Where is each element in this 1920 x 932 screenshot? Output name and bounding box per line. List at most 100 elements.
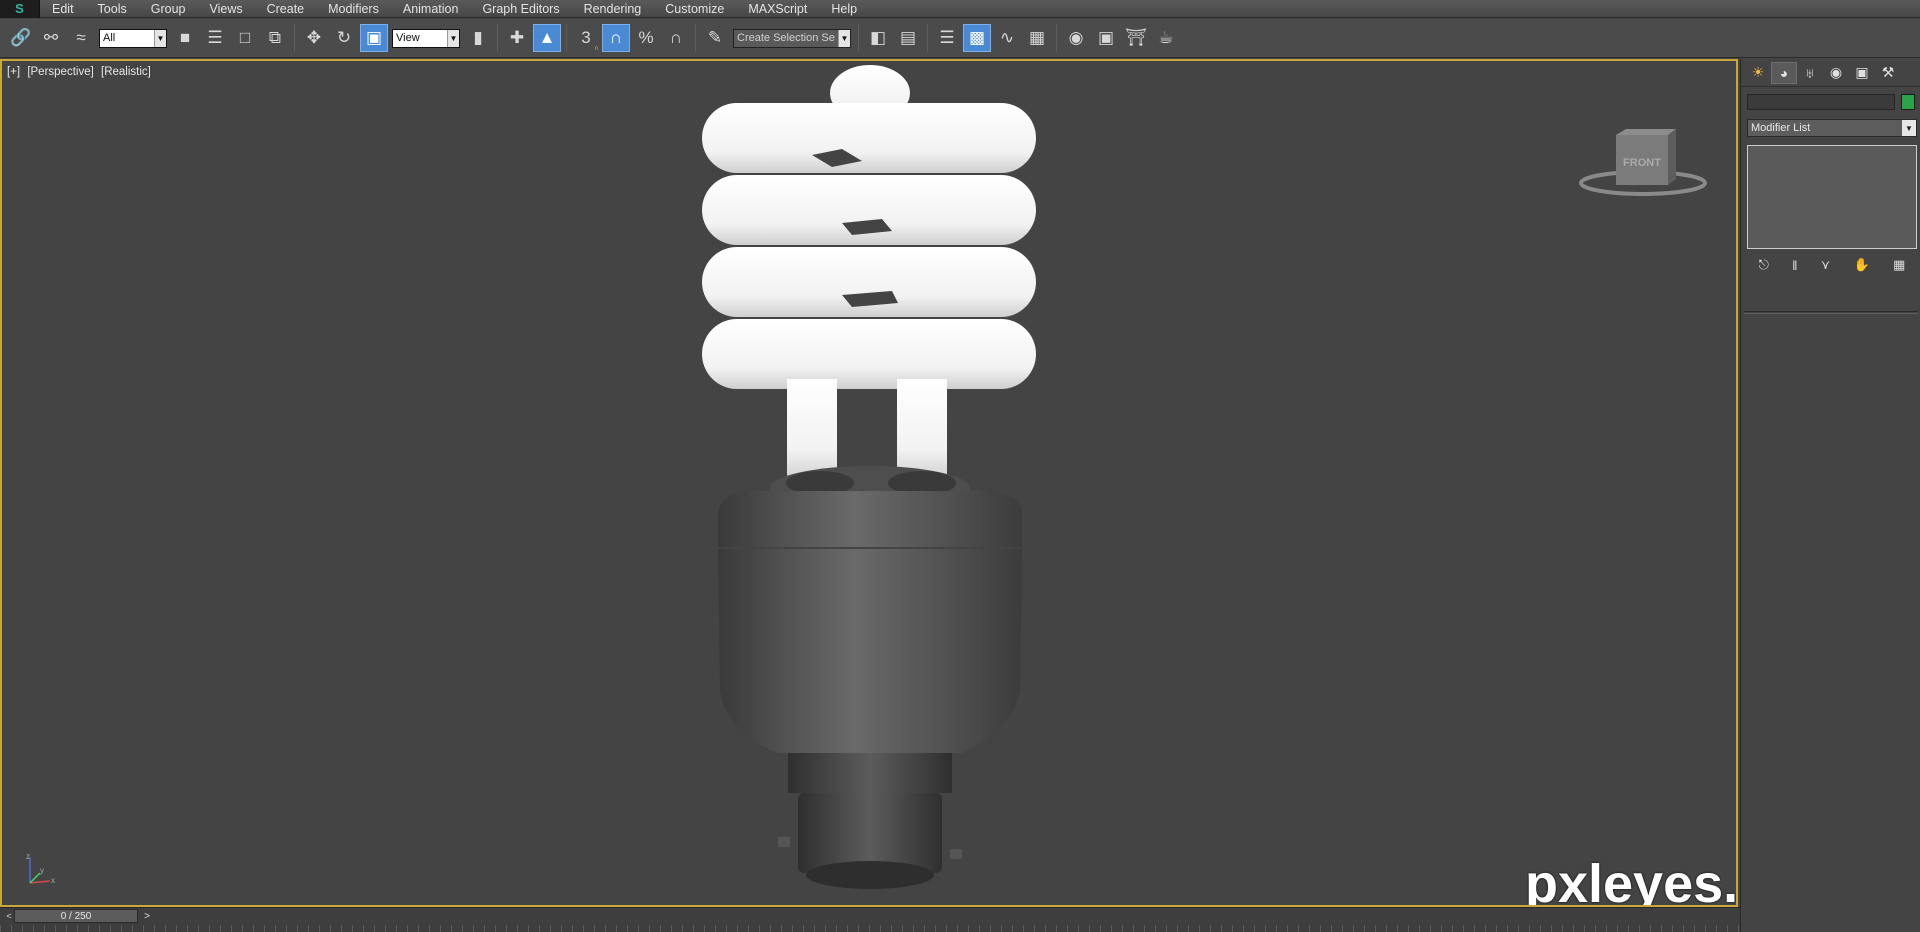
create-tab-icon[interactable]: ☀: [1745, 62, 1771, 84]
menu-modifiers[interactable]: Modifiers: [316, 0, 391, 18]
keyboard-shortcut-override-icon[interactable]: ▲: [533, 24, 561, 52]
time-slider[interactable]: < 0 / 250 >: [4, 909, 154, 923]
axis-x-label: x: [51, 876, 55, 885]
toolbar-divider: [858, 24, 859, 52]
menu-bar: S Edit Tools Group Views Create Modifier…: [0, 0, 1920, 18]
snaps-toggle-icon[interactable]: 3 ∩: [572, 24, 600, 52]
viewport-menu-label[interactable]: [+]: [7, 66, 20, 78]
application-button[interactable]: S: [0, 0, 40, 18]
modifier-stack[interactable]: [1747, 145, 1917, 249]
axis-z-label: z: [26, 852, 30, 861]
menu-group[interactable]: Group: [139, 0, 198, 18]
pin-stack-icon[interactable]: ⎋: [1759, 257, 1769, 273]
main-toolbar: 🔗 ⚯ ≈ All ▼ ■ ☰ □ ⧉ ✥ ↻ ▣ View ▼ ▮ ✚ ▲ 3…: [0, 19, 1920, 58]
viewcube-widget[interactable]: FRONT: [1578, 125, 1708, 197]
max-app: S Edit Tools Group Views Create Modifier…: [0, 0, 1920, 932]
menu-animation[interactable]: Animation: [391, 0, 471, 18]
pivot-center-icon[interactable]: ▮: [464, 24, 492, 52]
named-selection-sets-dropdown[interactable]: Create Selection Se ▼: [733, 28, 851, 48]
track-bar-ruler[interactable]: [0, 925, 1740, 932]
menu-graph-editors[interactable]: Graph Editors: [470, 0, 571, 18]
cfl-bulb-model[interactable]: [692, 63, 1052, 903]
object-name-row: [1747, 94, 1917, 110]
window-crossing-icon[interactable]: ⧉: [261, 24, 289, 52]
curve-editor-icon[interactable]: ∿: [993, 24, 1021, 52]
select-and-manipulate-icon[interactable]: ✚: [503, 24, 531, 52]
reference-coordinate-dropdown[interactable]: View ▼: [392, 28, 460, 48]
schematic-view-icon[interactable]: ▦: [1023, 24, 1051, 52]
object-color-swatch[interactable]: [1901, 94, 1915, 110]
axis-y-label: y: [40, 866, 44, 875]
menu-rendering[interactable]: Rendering: [572, 0, 654, 18]
object-name-field[interactable]: [1747, 94, 1895, 110]
motion-tab-icon[interactable]: ◉: [1823, 62, 1849, 84]
select-and-scale-icon[interactable]: ▣: [360, 24, 388, 52]
time-slider-prev-arrow[interactable]: <: [4, 909, 14, 923]
viewcube-front-face[interactable]: FRONT: [1623, 157, 1661, 169]
rectangular-selection-icon[interactable]: □: [231, 24, 259, 52]
chevron-down-icon: ▼: [447, 29, 459, 47]
scene-explorer-icon[interactable]: ▩: [963, 24, 991, 52]
time-slider-next-arrow[interactable]: >: [140, 909, 154, 923]
menu-maxscript[interactable]: MAXScript: [736, 0, 819, 18]
percent-snap-label: %: [638, 28, 654, 47]
unlink-selection-icon[interactable]: ⚯: [37, 24, 65, 52]
make-unique-icon[interactable]: ⋎: [1821, 257, 1831, 273]
time-slider-frame-display[interactable]: 0 / 250: [14, 909, 138, 923]
selection-filter-dropdown[interactable]: All ▼: [99, 28, 167, 48]
material-editor-icon[interactable]: ◉: [1062, 24, 1090, 52]
select-and-move-icon[interactable]: ✥: [300, 24, 328, 52]
show-end-result-icon[interactable]: ‖: [1792, 258, 1797, 273]
render-setup-icon[interactable]: ▣: [1092, 24, 1120, 52]
configure-modifier-sets-icon[interactable]: ▦: [1893, 257, 1905, 273]
modifier-stack-tools: ⎋ ‖ ⋎ ✋ ▦: [1747, 256, 1917, 274]
select-and-rotate-icon[interactable]: ↻: [330, 24, 358, 52]
modify-tab-icon[interactable]: ◕: [1771, 61, 1797, 84]
menu-views[interactable]: Views: [197, 0, 254, 18]
axis-tripod-icon: z y x: [26, 852, 55, 885]
menu-create[interactable]: Create: [255, 0, 317, 18]
viewport-point-of-view-label[interactable]: [Perspective]: [27, 66, 93, 78]
angle-snap-icon[interactable]: ∩: [602, 24, 630, 52]
toolbar-divider: [497, 24, 498, 52]
align-icon[interactable]: ▤: [894, 24, 922, 52]
menu-customize[interactable]: Customize: [653, 0, 736, 18]
select-by-name-icon[interactable]: ☰: [201, 24, 229, 52]
display-tab-icon[interactable]: ▣: [1849, 62, 1875, 84]
reference-coordinate-value: View: [396, 32, 420, 44]
command-panel-tabs: ☀ ◕ ♅ ◉ ▣ ⚒: [1741, 59, 1920, 87]
bind-to-space-warp-icon[interactable]: ≈: [67, 24, 95, 52]
toolbar-divider: [566, 24, 567, 52]
layer-manager-icon[interactable]: ☰: [933, 24, 961, 52]
rendered-frame-window-icon[interactable]: ⛩: [1122, 24, 1150, 52]
toolbar-divider: [695, 24, 696, 52]
edit-named-selection-icon[interactable]: ✎: [701, 24, 729, 52]
spinner-snap-icon[interactable]: ∩: [662, 24, 690, 52]
menu-help[interactable]: Help: [819, 0, 869, 18]
mirror-icon[interactable]: ◧: [864, 24, 892, 52]
menu-edit[interactable]: Edit: [40, 0, 86, 18]
percent-snap-icon[interactable]: %: [632, 24, 660, 52]
select-and-link-icon[interactable]: 🔗: [7, 24, 35, 52]
menu-tools[interactable]: Tools: [86, 0, 139, 18]
snap-toggle-label: 3: [581, 28, 591, 47]
chevron-down-icon: ▼: [1902, 120, 1916, 136]
render-production-icon[interactable]: ☕: [1152, 24, 1180, 52]
viewport-shading-label[interactable]: [Realistic]: [101, 66, 151, 78]
magnet-icon: ∩: [593, 45, 599, 52]
utilities-tab-icon[interactable]: ⚒: [1875, 62, 1901, 84]
toolbar-divider: [294, 24, 295, 52]
select-object-icon[interactable]: ■: [171, 24, 199, 52]
toolbar-divider: [927, 24, 928, 52]
timeline: < 0 / 250 >: [0, 907, 1740, 932]
modifier-list-dropdown[interactable]: Modifier List ▼: [1747, 119, 1917, 137]
named-selection-value: Create Selection Se: [737, 32, 835, 44]
remove-modifier-icon[interactable]: ✋: [1854, 257, 1870, 273]
hierarchy-tab-icon[interactable]: ♅: [1797, 62, 1823, 84]
rollout-divider: [1744, 311, 1918, 314]
viewport-label[interactable]: [+] [Perspective] [Realistic]: [7, 66, 155, 78]
command-panel: ☀ ◕ ♅ ◉ ▣ ⚒ Modifier List ▼ ⎋ ‖ ⋎ ✋ ▦: [1740, 59, 1920, 932]
perspective-viewport[interactable]: [+] [Perspective] [Realistic] FRONT z y …: [0, 59, 1738, 907]
selection-filter-value: All: [103, 32, 116, 44]
chevron-down-icon: ▼: [838, 29, 850, 47]
